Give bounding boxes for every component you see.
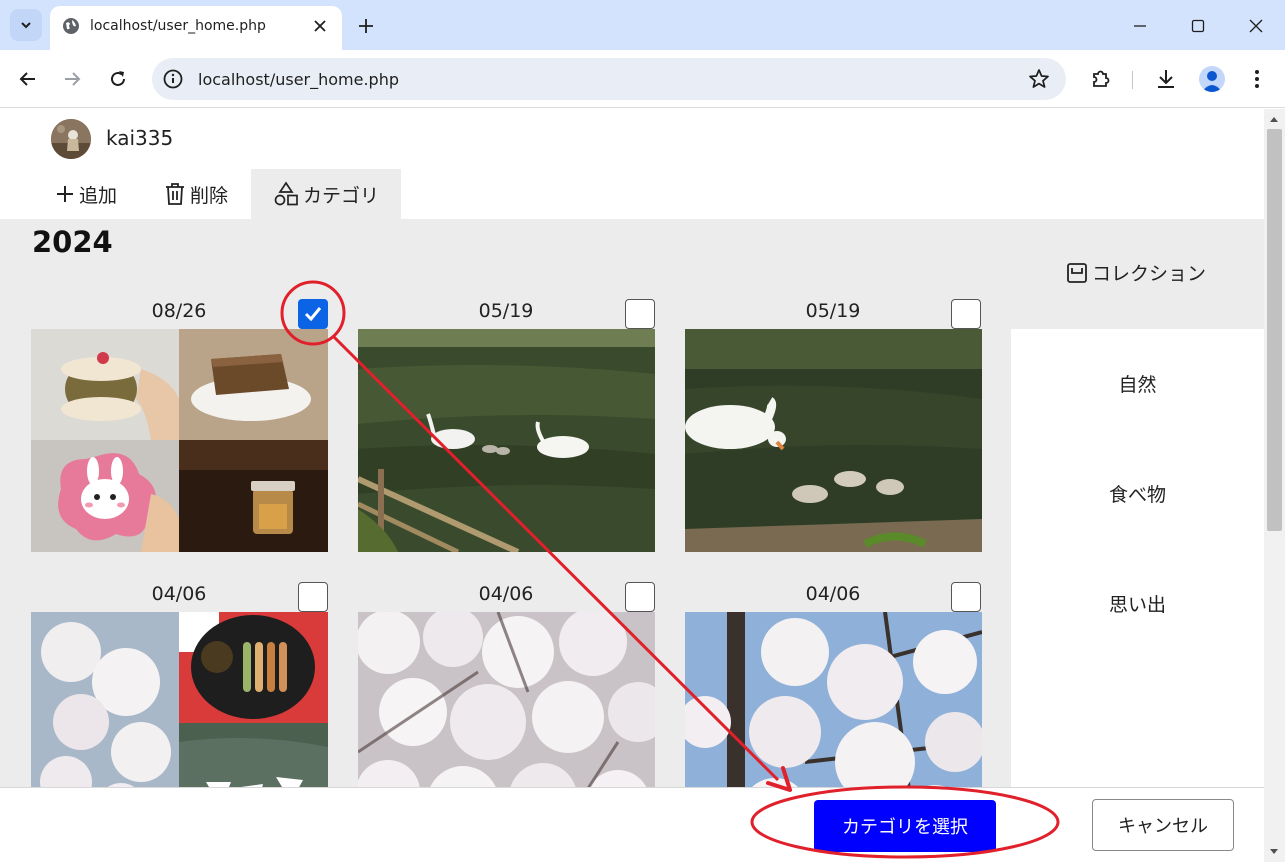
photo-date: 05/19 <box>805 300 861 322</box>
toolbar-divider <box>1132 71 1133 89</box>
scroll-up-arrow[interactable] <box>1270 117 1278 122</box>
maximize-icon <box>1191 19 1205 33</box>
photo-checkbox[interactable] <box>298 299 328 329</box>
new-tab-button[interactable] <box>352 12 380 40</box>
page-scrollbar[interactable] <box>1264 109 1285 862</box>
reload-button[interactable] <box>102 63 134 95</box>
food-collage-image <box>31 329 328 552</box>
download-icon <box>1158 70 1174 88</box>
photo-thumbnail[interactable] <box>31 329 328 552</box>
close-window-button[interactable] <box>1240 10 1272 42</box>
trash-icon <box>166 183 184 205</box>
category-item[interactable]: 食べ物 <box>1011 480 1264 507</box>
puzzle-icon <box>1093 70 1110 87</box>
tab-strip: localhost/user_home.php <box>0 0 1285 50</box>
tab-search-button[interactable] <box>10 9 42 41</box>
collection-button[interactable]: コレクション <box>1066 259 1206 286</box>
swans-pond-image <box>358 329 655 552</box>
browser-toolbar: localhost/user_home.php <box>0 50 1285 108</box>
category-item[interactable]: 思い出 <box>1011 590 1264 617</box>
chevron-down-icon <box>21 22 31 29</box>
site-info-icon[interactable] <box>162 68 184 90</box>
add-button[interactable]: 追加 <box>55 169 117 219</box>
user-avatar[interactable] <box>51 119 91 159</box>
swan-cygnets-image <box>685 329 982 552</box>
scroll-down-arrow[interactable] <box>1270 849 1278 854</box>
avatar-photo <box>51 119 91 159</box>
photo-checkbox[interactable] <box>298 582 328 612</box>
arrow-left-icon <box>19 72 35 86</box>
photo-checkbox[interactable] <box>625 299 655 329</box>
category-label: カテゴリ <box>303 184 380 207</box>
photo-date: 04/06 <box>805 583 861 605</box>
photo-date: 04/06 <box>478 583 534 605</box>
browser-tab[interactable]: localhost/user_home.php <box>50 6 342 50</box>
back-button[interactable] <box>12 63 44 95</box>
url-text[interactable]: localhost/user_home.php <box>198 70 399 89</box>
close-tab-button[interactable] <box>310 16 330 36</box>
arrow-right-icon <box>65 72 81 86</box>
photo-date: 05/19 <box>478 300 534 322</box>
more-vertical-icon <box>1255 70 1259 88</box>
photo-checkbox[interactable] <box>951 582 981 612</box>
username: kai335 <box>106 126 174 150</box>
profile-button[interactable] <box>1199 66 1225 92</box>
delete-label: 削除 <box>190 184 229 207</box>
minimize-icon <box>1134 25 1146 27</box>
photo-thumbnail[interactable] <box>358 329 655 552</box>
scrollbar-thumb[interactable] <box>1267 129 1282 531</box>
delete-button[interactable]: 削除 <box>164 169 228 219</box>
plus-icon <box>57 186 73 202</box>
downloads-button[interactable] <box>1150 63 1182 95</box>
reload-icon <box>111 71 125 86</box>
category-item[interactable]: 自然 <box>1011 370 1264 397</box>
photo-checkbox[interactable] <box>625 582 655 612</box>
category-tab[interactable]: カテゴリ <box>251 169 401 219</box>
chrome-menu-button[interactable] <box>1241 63 1273 95</box>
select-category-button[interactable]: カテゴリを選択 <box>814 800 996 852</box>
photo-date: 08/26 <box>151 300 207 322</box>
person-icon <box>1202 71 1222 92</box>
collection-label: コレクション <box>1092 263 1207 285</box>
tab-title: localhost/user_home.php <box>90 18 266 34</box>
address-bar[interactable]: localhost/user_home.php <box>152 58 1066 100</box>
bookmark-star-icon[interactable] <box>1028 68 1050 90</box>
globe-icon <box>63 18 79 34</box>
checkmark-icon <box>304 307 322 322</box>
shapes-icon <box>274 181 298 206</box>
add-label: 追加 <box>79 184 118 207</box>
photo-date: 04/06 <box>151 583 207 605</box>
minimize-button[interactable] <box>1124 10 1156 42</box>
forward-button[interactable] <box>56 63 88 95</box>
page-viewport: kai335 追加 削除 カテゴリ 2024 コレクション 自然 食べ物 思い出… <box>0 109 1264 862</box>
year-heading: 2024 <box>32 225 113 259</box>
photo-thumbnail[interactable] <box>685 329 982 552</box>
maximize-button[interactable] <box>1182 10 1214 42</box>
close-icon <box>1249 19 1263 33</box>
collection-icon <box>1067 262 1087 283</box>
category-sidebar: 自然 食べ物 思い出 <box>1011 329 1264 789</box>
photo-checkbox[interactable] <box>951 299 981 329</box>
extensions-button[interactable] <box>1085 63 1117 95</box>
action-bar: カテゴリを選択 キャンセル <box>0 787 1264 862</box>
close-icon <box>314 20 326 32</box>
plus-icon <box>359 19 373 33</box>
cancel-button[interactable]: キャンセル <box>1092 799 1234 851</box>
